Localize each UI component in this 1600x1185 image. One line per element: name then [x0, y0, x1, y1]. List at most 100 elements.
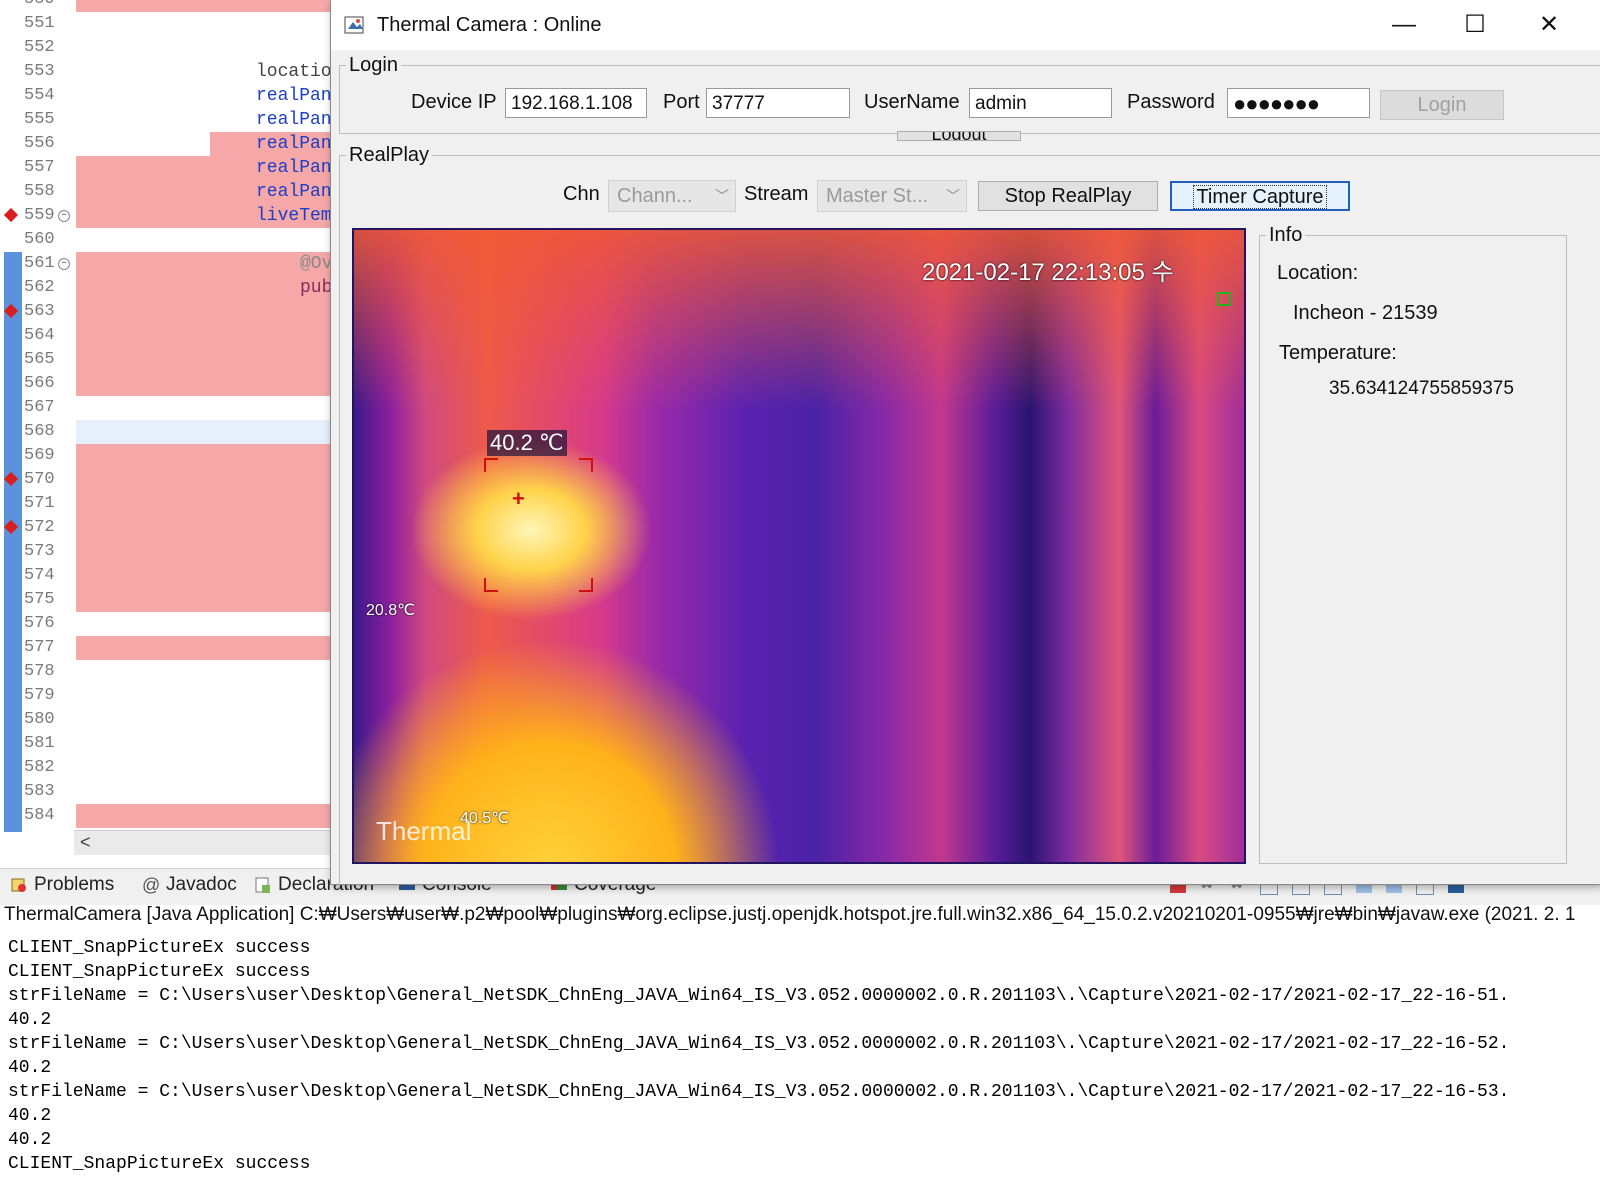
- chevron-down-icon: ﹀: [946, 188, 960, 204]
- console-line: CLIENT_SnapPictureEx success: [8, 938, 311, 958]
- line-number: 569: [24, 446, 55, 465]
- maximize-button[interactable]: ☐: [1455, 8, 1495, 42]
- timer-capture-label: Timer Capture: [1193, 185, 1327, 209]
- timer-capture-button[interactable]: Timer Capture: [1170, 181, 1350, 211]
- code-text: pub: [300, 278, 333, 298]
- box-corner: [484, 458, 498, 472]
- declaration-icon: [255, 877, 270, 893]
- thermal-camera-window: Thermal Camera : Online — ☐ ✕ Login Devi…: [330, 0, 1600, 885]
- console-line: strFileName = C:\Users\user\Desktop\Gene…: [8, 1034, 1510, 1054]
- username-field[interactable]: admin: [969, 88, 1112, 118]
- line-number: 584: [24, 806, 55, 825]
- breakpoint-icon[interactable]: [3, 471, 19, 487]
- diff-highlight: [76, 300, 332, 324]
- thermal-video-view[interactable]: 2021-02-17 22:13:05 수 40.2 ℃ + 20.8℃ 40.…: [352, 228, 1246, 864]
- line-number: 562: [24, 278, 55, 297]
- face-temperature-tag: 40.2 ℃: [487, 430, 567, 456]
- max-temp-crosshair-icon: +: [512, 486, 525, 511]
- window-titlebar[interactable]: Thermal Camera : Online — ☐ ✕: [331, 0, 1600, 50]
- breakpoint-icon[interactable]: [3, 207, 19, 223]
- at-icon: @: [142, 875, 161, 895]
- line-number: 565: [24, 350, 55, 369]
- close-button[interactable]: ✕: [1529, 8, 1569, 42]
- channel-select-value: Chann...: [617, 185, 693, 207]
- console-line: CLIENT_SnapPictureEx success: [8, 1154, 311, 1174]
- console-line: 40.2: [8, 1130, 52, 1150]
- line-number: 554: [24, 86, 55, 105]
- line-number: 566: [24, 374, 55, 393]
- location-value: Incheon - 21539: [1293, 302, 1438, 324]
- stop-realplay-button[interactable]: Stop RealPlay: [978, 181, 1158, 211]
- temperature-label: Temperature:: [1279, 342, 1397, 364]
- fold-toggle-icon[interactable]: −: [58, 258, 70, 270]
- thermal-watermark: Thermal: [376, 816, 472, 846]
- line-number: 583: [24, 782, 55, 801]
- line-number: 582: [24, 758, 55, 777]
- line-number: 573: [24, 542, 55, 561]
- code-text: realPan: [256, 182, 332, 202]
- diff-highlight: [76, 324, 332, 348]
- diff-highlight: [76, 420, 332, 444]
- diff-highlight: [76, 252, 332, 276]
- video-timestamp: 2021-02-17 22:13:05 수: [922, 259, 1174, 286]
- line-number: 567: [24, 398, 55, 417]
- line-number: 556: [24, 134, 55, 153]
- diff-highlight: [76, 804, 332, 828]
- tab-javadoc[interactable]: @ Javadoc: [142, 874, 237, 896]
- password-label: Password: [1127, 91, 1215, 113]
- code-text: locatio: [256, 62, 332, 82]
- tab-problems[interactable]: Problems: [10, 874, 114, 896]
- fold-toggle-icon[interactable]: −: [58, 210, 70, 222]
- diff-highlight: [76, 276, 332, 300]
- line-number: 555: [24, 110, 55, 129]
- line-number: 564: [24, 326, 55, 345]
- line-number: 552: [24, 38, 55, 57]
- channel-select[interactable]: Chann... ﹀: [608, 180, 736, 212]
- line-number: 560: [24, 230, 55, 249]
- breakpoint-icon[interactable]: [3, 303, 19, 319]
- console-line: 40.2: [8, 1106, 52, 1126]
- login-button[interactable]: Login: [1380, 90, 1504, 120]
- scroll-left-icon[interactable]: <: [80, 832, 91, 853]
- window-title: Thermal Camera : Online: [377, 14, 602, 36]
- port-field[interactable]: 37777: [706, 88, 850, 118]
- console-line: strFileName = C:\Users\user\Desktop\Gene…: [8, 1082, 1510, 1102]
- diff-highlight: [76, 0, 332, 12]
- line-number: 580: [24, 710, 55, 729]
- logout-button[interactable]: Logout: [897, 131, 1021, 141]
- breakpoint-icon[interactable]: [3, 519, 19, 535]
- min-temperature-label: 20.8℃: [366, 602, 416, 619]
- line-number: 581: [24, 734, 55, 753]
- console-output[interactable]: CLIENT_SnapPictureEx success CLIENT_SnapP…: [8, 936, 1598, 1176]
- code-text: @Ov: [300, 254, 333, 274]
- diff-highlight: [76, 516, 332, 540]
- java-app-icon: [344, 16, 364, 34]
- temperature-value: 35.634124755859375: [1329, 378, 1514, 399]
- box-corner: [579, 458, 593, 472]
- line-number: 575: [24, 590, 55, 609]
- console-line: CLIENT_SnapPictureEx success: [8, 962, 311, 982]
- line-number: 558: [24, 182, 55, 201]
- line-number: 563: [24, 302, 55, 321]
- diff-highlight: [76, 444, 332, 468]
- reference-marker: [1217, 292, 1231, 306]
- stream-select[interactable]: Master St... ﹀: [817, 180, 967, 212]
- editor-horizontal-scrollbar[interactable]: <: [74, 830, 334, 855]
- device-ip-field[interactable]: 192.168.1.108: [505, 88, 647, 118]
- stream-select-value: Master St...: [826, 185, 929, 207]
- line-number: 578: [24, 662, 55, 681]
- minimize-button[interactable]: —: [1384, 8, 1424, 42]
- line-number: 577: [24, 638, 55, 657]
- password-field[interactable]: ●●●●●●●: [1227, 88, 1370, 118]
- line-number: 570: [24, 470, 55, 489]
- diff-highlight: [76, 372, 332, 396]
- line-number: 579: [24, 686, 55, 705]
- port-label: Port: [663, 91, 700, 113]
- logout-button-label: Logout: [931, 131, 987, 141]
- line-number: 553: [24, 62, 55, 81]
- stream-label: Stream: [744, 183, 809, 205]
- chn-label: Chn: [563, 183, 600, 205]
- diff-highlight: [76, 492, 332, 516]
- diff-highlight: [76, 468, 332, 492]
- line-number: 551: [24, 14, 55, 33]
